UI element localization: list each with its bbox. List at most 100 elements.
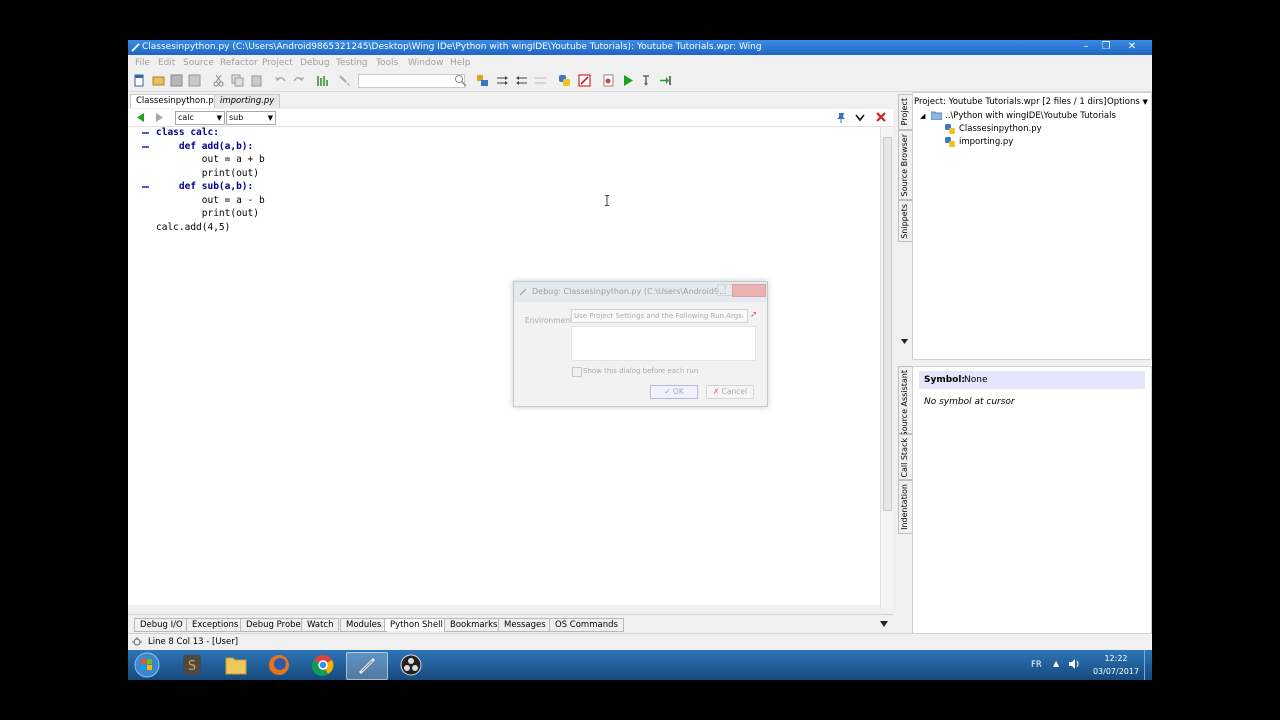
new-file-icon[interactable] <box>133 74 146 87</box>
bottom-panel-menu-icon[interactable] <box>880 621 888 627</box>
back-arrow-icon[interactable] <box>136 113 145 122</box>
wing-ide-icon <box>358 657 376 675</box>
back-reference-icon[interactable] <box>515 74 528 87</box>
menu-edit[interactable]: Edit <box>158 58 175 68</box>
menu-refactor[interactable]: Refactor <box>220 58 258 68</box>
file-tab-importing[interactable]: importing.py <box>214 94 281 108</box>
expand-triangle-icon[interactable]: ◢ <box>920 112 925 120</box>
taskbar-sublime-text[interactable]: S <box>172 652 212 678</box>
fold-marker[interactable] <box>142 132 149 134</box>
tab-python-shell[interactable]: Python Shell <box>384 618 449 631</box>
tab-source-browser[interactable]: Source Browser <box>898 130 913 200</box>
main-toolbar <box>128 71 1152 92</box>
options-chevron-icon[interactable] <box>855 113 865 122</box>
taskbar-firefox[interactable] <box>259 652 299 678</box>
show-desktop-button[interactable] <box>1144 650 1152 680</box>
project-folder[interactable]: ..\Python with wingIDE\Youtube Tutorials <box>945 111 1116 121</box>
copy-icon[interactable] <box>231 74 244 87</box>
function-scope-select[interactable]: sub ▼ <box>226 111 276 125</box>
environment-edit-icon[interactable]: ➚ <box>750 310 758 320</box>
debug-settings-icon[interactable] <box>602 74 615 87</box>
debug-dialog: Debug: Classesinpython.py (C:\Users\Andr… <box>513 281 768 407</box>
pin-icon[interactable] <box>836 112 846 123</box>
clock-time[interactable]: 12:22 <box>1092 654 1140 663</box>
taskbar-wing-ide[interactable] <box>346 652 388 680</box>
fold-marker[interactable] <box>142 146 149 148</box>
language-indicator[interactable]: FR <box>1031 660 1042 670</box>
tab-project[interactable]: Project <box>898 94 913 130</box>
tab-exceptions[interactable]: Exceptions <box>186 618 245 632</box>
forward-arrow-icon[interactable] <box>155 113 164 122</box>
close-window-button[interactable]: ✕ <box>1124 41 1140 53</box>
side-panel-menu-icon[interactable] <box>901 339 908 344</box>
undo-icon[interactable] <box>274 74 287 87</box>
paste-icon[interactable] <box>250 74 263 87</box>
taskbar-obs[interactable] <box>391 652 431 678</box>
taskbar-file-explorer[interactable] <box>216 652 256 678</box>
tab-debug-io[interactable]: Debug I/O <box>134 618 189 632</box>
tab-call-stack[interactable]: Call Stack <box>898 434 913 480</box>
run-args-field[interactable] <box>571 326 756 361</box>
python-icon[interactable] <box>558 74 571 87</box>
save-all-icon[interactable] <box>188 74 201 87</box>
symbol-value: None <box>964 375 988 385</box>
dialog-close-button[interactable] <box>732 284 766 297</box>
pdf-icon[interactable] <box>578 74 591 87</box>
cut-icon[interactable] <box>212 74 225 87</box>
tab-messages[interactable]: Messages <box>498 618 552 632</box>
tab-snippets[interactable]: Snippets <box>898 200 913 242</box>
indent-icon[interactable] <box>316 74 329 87</box>
start-button[interactable] <box>130 651 164 679</box>
tray-expand-icon[interactable]: ▲ <box>1053 659 1059 668</box>
menu-project[interactable]: Project <box>262 58 293 68</box>
step-over-icon[interactable] <box>659 74 672 87</box>
environment-select[interactable]: Use Project Settings and the Following R… <box>571 309 748 323</box>
save-icon[interactable] <box>170 74 183 87</box>
menu-source[interactable]: Source <box>183 58 214 68</box>
close-editor-icon[interactable] <box>876 112 886 122</box>
tab-modules[interactable]: Modules <box>340 618 388 632</box>
menu-testing[interactable]: Testing <box>336 58 368 68</box>
tab-debug-probe[interactable]: Debug Probe <box>240 618 307 632</box>
show-dialog-checkbox[interactable] <box>572 367 582 377</box>
open-file-icon[interactable] <box>152 74 165 87</box>
fold-marker[interactable] <box>142 186 149 188</box>
redo-icon[interactable] <box>292 74 305 87</box>
taskbar-chrome[interactable] <box>303 652 343 678</box>
code-line-5-text: def sub(a,b): <box>156 181 254 192</box>
menu-debug[interactable]: Debug <box>300 58 330 68</box>
help-icon[interactable]: ? <box>717 284 733 296</box>
clock-date[interactable]: 03/07/2017 <box>1088 667 1144 676</box>
list-references-icon[interactable] <box>534 74 547 87</box>
dialog-cancel-button[interactable]: ✗ Cancel <box>706 385 754 399</box>
volume-icon[interactable] <box>1068 658 1080 670</box>
tab-bookmarks[interactable]: Bookmarks <box>444 618 504 632</box>
tab-os-commands[interactable]: OS Commands <box>549 618 624 632</box>
menu-help[interactable]: Help <box>450 58 471 68</box>
project-file-classesinpython[interactable]: Classesinpython.py <box>959 124 1042 134</box>
search-icon[interactable] <box>454 74 467 87</box>
menu-file[interactable]: File <box>135 58 150 68</box>
class-browser-icon[interactable] <box>476 74 489 87</box>
tab-watch[interactable]: Watch <box>301 618 340 632</box>
file-tab-classesinpython[interactable]: Classesinpython.py <box>130 94 225 108</box>
project-options-menu[interactable]: Options ▼ <box>1107 97 1148 107</box>
project-file-importing[interactable]: importing.py <box>959 137 1013 147</box>
dialog-ok-button[interactable]: ✓ OK <box>650 385 698 399</box>
goto-definition-icon[interactable] <box>496 74 509 87</box>
class-scope-select[interactable]: calc ▼ <box>175 111 225 125</box>
menu-window[interactable]: Window <box>408 58 444 68</box>
minimize-button[interactable]: – <box>1078 41 1094 53</box>
step-into-icon[interactable] <box>640 74 653 87</box>
scrollbar-thumb[interactable] <box>883 137 892 511</box>
find-icon[interactable] <box>338 74 351 87</box>
side-tab-strip: Project Source Browser Snippets Source A… <box>898 92 913 632</box>
maximize-button[interactable]: ❐ <box>1098 41 1114 53</box>
toolbar-search-input[interactable] <box>358 74 465 88</box>
tab-source-assistant[interactable]: Source Assistant <box>898 366 913 436</box>
run-debug-icon[interactable] <box>621 74 634 87</box>
menu-tools[interactable]: Tools <box>376 58 398 68</box>
symbol-header: Symbol: None <box>919 371 1145 389</box>
tab-indentation[interactable]: Indentation <box>898 480 913 534</box>
editor-scrollbar[interactable] <box>880 127 893 609</box>
